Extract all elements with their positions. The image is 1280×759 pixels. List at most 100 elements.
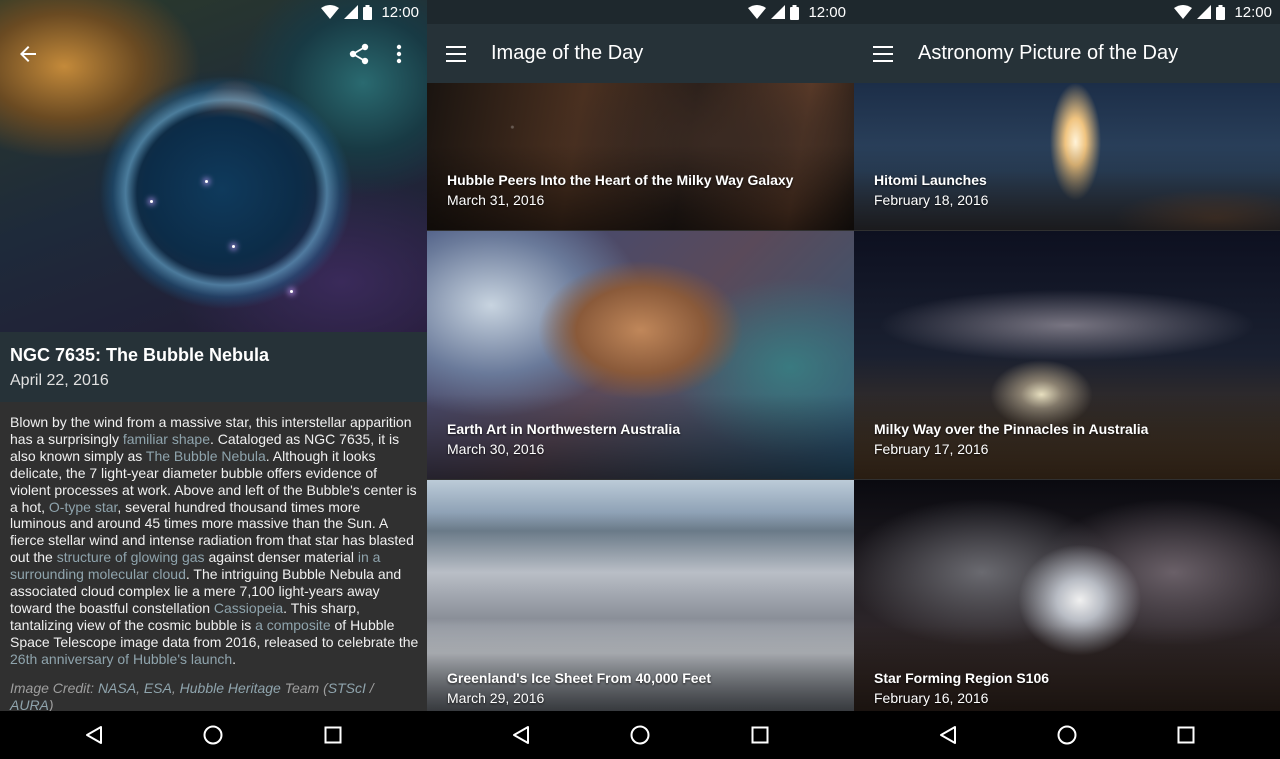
home-circle-icon <box>630 725 650 745</box>
back-triangle-icon <box>939 726 956 744</box>
text-segment: against denser material <box>204 549 358 566</box>
battery-icon <box>790 4 800 20</box>
toolbar: Astronomy Picture of the Day <box>854 24 1280 83</box>
more-options-button[interactable] <box>379 30 419 78</box>
inline-link[interactable]: a composite <box>255 617 330 633</box>
detail-title-block: NGC 7635: The Bubble Nebula April 22, 20… <box>0 332 427 402</box>
card-title: Star Forming Region S106 <box>874 670 1050 686</box>
inline-link[interactable]: Cassiopeia <box>214 600 283 616</box>
toolbar: Image of the Day <box>427 24 854 83</box>
status-time: 12:00 <box>808 3 846 21</box>
toolbar-title: Astronomy Picture of the Day <box>918 42 1179 64</box>
status-bar: 12:00 <box>0 0 427 24</box>
menu-button[interactable] <box>872 43 894 65</box>
more-vert-icon <box>396 44 402 64</box>
recents-square-icon <box>1177 726 1195 744</box>
list-item[interactable]: Greenland's Ice Sheet From 40,000 Feet M… <box>427 480 854 711</box>
back-button[interactable] <box>8 30 48 78</box>
battery-icon <box>363 4 373 20</box>
text-segment: Image Credit: <box>10 679 98 696</box>
battery-icon <box>1216 4 1226 20</box>
star-glow <box>290 290 293 293</box>
card-date: March 31, 2016 <box>447 192 545 208</box>
menu-icon <box>873 45 893 62</box>
status-bar: 12:00 <box>854 0 1280 24</box>
list-item[interactable]: Star Forming Region S106 February 16, 20… <box>854 480 1280 711</box>
nav-home-button[interactable] <box>193 715 233 755</box>
apod-screen: 12:00 Astronomy Picture of the Day Hitom… <box>854 0 1280 759</box>
wifi-icon <box>321 5 340 19</box>
nav-back-button[interactable] <box>74 715 114 755</box>
text-segment: Team ( <box>280 679 328 696</box>
toolbar-title: Image of the Day <box>491 42 644 64</box>
card-date: March 30, 2016 <box>447 441 545 457</box>
card-title: Greenland's Ice Sheet From 40,000 Feet <box>447 670 711 686</box>
recents-square-icon <box>751 726 769 744</box>
text-segment: / <box>365 679 374 696</box>
back-triangle-icon <box>512 726 529 744</box>
image-credit: Image Credit: NASA, ESA, Hubble Heritage… <box>10 680 419 714</box>
nav-recents-button[interactable] <box>1166 715 1206 755</box>
nav-recents-button[interactable] <box>313 715 353 755</box>
home-circle-icon <box>1057 725 1077 745</box>
back-arrow-icon <box>20 46 36 62</box>
share-button[interactable] <box>339 30 379 78</box>
card-title: Hitomi Launches <box>874 172 987 188</box>
wifi-icon <box>1174 5 1193 19</box>
star-glow <box>205 180 208 183</box>
list-item[interactable]: Hitomi Launches February 18, 2016 <box>854 83 1280 230</box>
nav-recents-button[interactable] <box>740 715 780 755</box>
star-glow <box>150 200 153 203</box>
home-circle-icon <box>203 725 223 745</box>
inline-link[interactable]: STScI <box>328 680 366 696</box>
signal-icon <box>344 5 359 19</box>
inline-link[interactable]: Hubble Heritage <box>180 680 281 696</box>
system-navbar <box>427 711 854 759</box>
list-item[interactable]: Milky Way over the Pinnacles in Australi… <box>854 231 1280 479</box>
wifi-icon <box>748 5 767 19</box>
list-item[interactable]: Hubble Peers Into the Heart of the Milky… <box>427 83 854 230</box>
nav-home-button[interactable] <box>620 715 660 755</box>
text-segment: , <box>136 679 144 696</box>
inline-link[interactable]: structure of glowing gas <box>57 549 205 565</box>
card-title: Milky Way over the Pinnacles in Australi… <box>874 421 1149 437</box>
card-title: Hubble Peers Into the Heart of the Milky… <box>447 172 794 188</box>
inline-link[interactable]: familiar shape <box>123 431 210 447</box>
image-of-the-day-screen: 12:00 Image of the Day Hubble Peers Into… <box>427 0 854 759</box>
list-item[interactable]: Earth Art in Northwestern Australia Marc… <box>427 231 854 479</box>
inline-link[interactable]: 26th anniversary of Hubble's launch <box>10 651 232 667</box>
status-time: 12:00 <box>381 3 419 21</box>
text-segment: . <box>232 650 237 667</box>
inline-link[interactable]: The Bubble Nebula <box>146 448 266 464</box>
back-triangle-icon <box>85 726 102 744</box>
status-time: 12:00 <box>1234 3 1272 21</box>
signal-icon <box>1197 5 1212 19</box>
detail-title: NGC 7635: The Bubble Nebula <box>10 345 270 365</box>
nav-home-button[interactable] <box>1047 715 1087 755</box>
card-date: March 29, 2016 <box>447 690 545 706</box>
nav-back-button[interactable] <box>928 715 968 755</box>
card-date: February 18, 2016 <box>874 192 989 208</box>
detail-body: Blown by the wind from a massive star, t… <box>0 402 427 714</box>
inline-link[interactable]: ESA <box>144 680 172 696</box>
card-date: February 16, 2016 <box>874 690 989 706</box>
signal-icon <box>771 5 786 19</box>
detail-appbar <box>0 30 427 78</box>
share-icon <box>349 43 369 65</box>
detail-date: April 22, 2016 <box>10 372 109 389</box>
menu-button[interactable] <box>445 43 467 65</box>
detail-screen: 12:00 NGC 7635: The Bubble Nebula April … <box>0 0 427 759</box>
card-date: February 17, 2016 <box>874 441 989 457</box>
text-segment: , <box>171 679 180 696</box>
star-glow <box>232 245 235 248</box>
card-title: Earth Art in Northwestern Australia <box>447 421 681 437</box>
description-text: Blown by the wind from a massive star, t… <box>10 414 419 668</box>
inline-link[interactable]: NASA <box>98 680 136 696</box>
system-navbar <box>0 711 427 759</box>
inline-link[interactable]: O-type star <box>49 499 117 515</box>
menu-icon <box>446 45 466 62</box>
system-navbar <box>854 711 1280 759</box>
nav-back-button[interactable] <box>501 715 541 755</box>
status-bar: 12:00 <box>427 0 854 24</box>
recents-square-icon <box>324 726 342 744</box>
